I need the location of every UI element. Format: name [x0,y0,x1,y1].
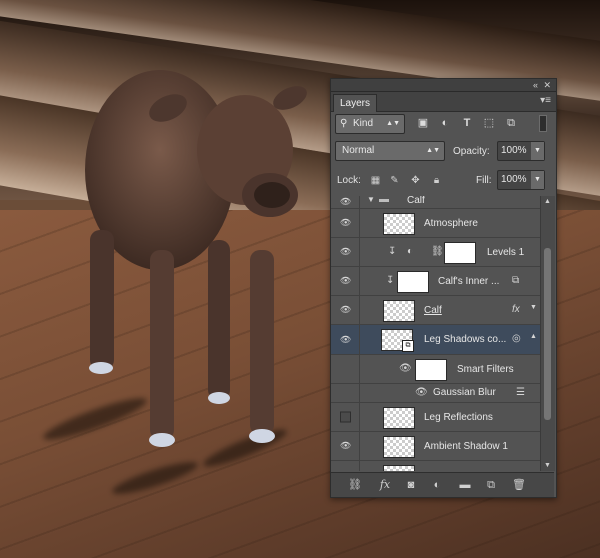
layer-row-levels-1[interactable]: 👁︎ ↧ ◐ ⛓︎ Levels 1 [331,238,540,267]
hidden-visibility-box [340,411,351,423]
panel-title-bar[interactable]: « ✕ [331,79,556,92]
filter-kind-dropdown[interactable]: ⚲ Kind ▲▼ [335,114,405,134]
layer-row-gaussian-blur[interactable]: 👁︎ Gaussian Blur ☰ [331,384,540,403]
collapse-effects-icon[interactable]: ▲ [530,333,537,340]
visibility-toggle[interactable]: 👁︎ [331,267,360,295]
eye-icon: 👁︎ [340,275,352,286]
lock-position-move-icon[interactable]: ✥ [409,174,422,187]
layers-list: 👁︎ ▼ ▬ Calf 👁︎ Atmosphere 👁︎ ↧ ◐ ⛓︎ Leve… [331,196,540,471]
image-filter-icon[interactable]: ▣ [415,115,431,131]
new-layer-icon[interactable]: ⧉ [481,477,501,493]
layer-thumbnail [383,465,415,471]
stepper-arrows-icon: ▲▼ [426,147,440,154]
adjustment-filter-icon[interactable]: ◐ [437,115,453,131]
chevron-down-icon[interactable]: ▼ [531,142,544,160]
expand-effects-icon[interactable]: ▼ [530,304,537,311]
chain-link-icon[interactable]: ⛓︎ [431,246,444,257]
opacity-field[interactable]: 100% ▼ [497,141,545,161]
visibility-toggle[interactable]: 👁︎ [331,238,360,266]
layer-row-leg-shadows[interactable]: 👁︎ ⧉ Leg Shadows co... ◎ ▲ [331,325,540,355]
eye-icon[interactable]: 👁︎ [399,363,412,374]
scroll-up-icon[interactable]: ▲ [544,198,551,205]
layers-scrollbar[interactable]: ▲ ▼ [540,196,555,471]
filter-row: ⚲ Kind ▲▼ ▣ ◐ T ⬚ ⧉ [331,112,554,134]
visibility-toggle[interactable]: 👁︎ [331,432,360,460]
lock-row: Lock: ▦ ✎ ✥ 🔒︎ Fill: 100% ▼ [331,167,554,191]
scrollbar-thumb[interactable] [544,248,551,420]
layer-row-smart-filters[interactable]: 👁︎ Smart Filters [331,355,540,384]
eye-icon: 👁︎ [340,304,352,315]
lock-transparent-icon[interactable]: ▦ [369,174,382,187]
type-filter-icon[interactable]: T [459,115,475,131]
layers-panel: « ✕ Layers ▾≡ ⚲ Kind ▲▼ ▣ ◐ T ⬚ ⧉ Normal… [330,78,557,498]
layer-thumbnail [383,300,415,322]
fill-field[interactable]: 100% ▼ [497,170,545,190]
layer-row-partial[interactable] [331,461,540,471]
layer-row-atmosphere[interactable]: 👁︎ Atmosphere [331,209,540,238]
eye-icon: 👁︎ [340,217,352,228]
fx-badge[interactable]: fx [512,304,520,315]
clipping-arrow-icon: ↧ [388,246,397,257]
layer-row-leg-reflections[interactable]: Leg Reflections [331,403,540,432]
search-icon: ⚲ [340,118,348,129]
eye-icon: 👁︎ [340,334,352,344]
fx-icon[interactable]: fx [375,477,395,493]
lock-all-icon[interactable]: 🔒︎ [430,174,443,187]
smart-object-badge-icon: ⧉ [402,340,414,352]
visibility-toggle[interactable]: 👁︎ [331,209,360,237]
collapse-icon[interactable]: « [533,79,538,91]
eye-icon[interactable]: 👁︎ [415,387,428,398]
visibility-toggle[interactable]: 👁︎ [331,325,360,354]
link-layers-icon[interactable]: ⛓︎ [345,477,365,493]
layer-thumbnail [383,213,415,235]
layer-row-calf[interactable]: 👁︎ Calf fx ▼ [331,296,540,325]
smart-object-filter-icon[interactable]: ⧉ [503,115,519,131]
stepper-arrows-icon: ▲▼ [386,120,400,127]
lock-image-brush-icon[interactable]: ✎ [388,174,401,187]
visibility-toggle[interactable] [331,355,360,383]
shape-filter-icon[interactable]: ⬚ [481,115,497,131]
add-mask-icon[interactable]: ◙ [401,477,421,493]
close-icon[interactable]: ✕ [543,79,551,91]
visibility-toggle[interactable]: 👁︎ [331,296,360,324]
panel-tab-row: Layers ▾≡ [331,92,556,112]
scroll-down-icon[interactable]: ▼ [544,462,551,469]
panel-menu-icon[interactable]: ▾≡ [540,95,551,106]
new-group-icon[interactable]: ▬ [455,477,475,493]
layer-thumbnail [397,271,429,293]
filter-blending-options-icon[interactable]: ☰ [516,387,525,398]
visibility-toggle[interactable] [331,403,360,431]
visibility-toggle[interactable]: 👁︎ [331,196,360,208]
layer-row-calf-group[interactable]: 👁︎ ▼ ▬ Calf [331,196,540,209]
eye-icon: 👁︎ [340,196,352,207]
eye-icon: 👁︎ [340,440,352,451]
visibility-toggle[interactable] [331,461,360,471]
layer-thumbnail [383,436,415,458]
filter-toggle[interactable] [539,115,547,132]
layer-row-calfs-inner[interactable]: 👁︎ ↧ Calf's Inner ... ⧉ [331,267,540,296]
layer-mask-thumbnail[interactable] [444,242,476,264]
trash-icon[interactable]: 🗑︎ [509,477,529,493]
chevron-down-icon[interactable]: ▼ [531,171,544,189]
clipping-arrow-icon: ↧ [386,275,395,286]
visibility-toggle[interactable] [331,384,360,402]
tab-layers[interactable]: Layers [333,94,378,112]
layer-thumbnail [383,407,415,429]
smart-filter-icon: ◎ [512,333,521,344]
blend-mode-dropdown[interactable]: Normal ▲▼ [335,141,445,161]
expand-arrow-icon[interactable]: ▼ [367,196,375,204]
folder-icon: ▬ [379,196,389,205]
adjustment-layer-icon: ◐ [407,246,414,257]
adjustment-layer-icon[interactable]: ◐ [427,477,447,493]
filter-mask-thumbnail[interactable] [415,359,447,381]
layer-row-ambient-shadow-1[interactable]: 👁︎ Ambient Shadow 1 [331,432,540,461]
panel-bottom-toolbar: ⛓︎ fx ◙ ◐ ▬ ⧉ 🗑︎ [331,472,554,497]
blend-row: Normal ▲▼ Opacity: 100% ▼ [331,138,554,162]
smart-object-icon: ⧉ [512,275,520,286]
eye-icon: 👁︎ [340,246,352,257]
